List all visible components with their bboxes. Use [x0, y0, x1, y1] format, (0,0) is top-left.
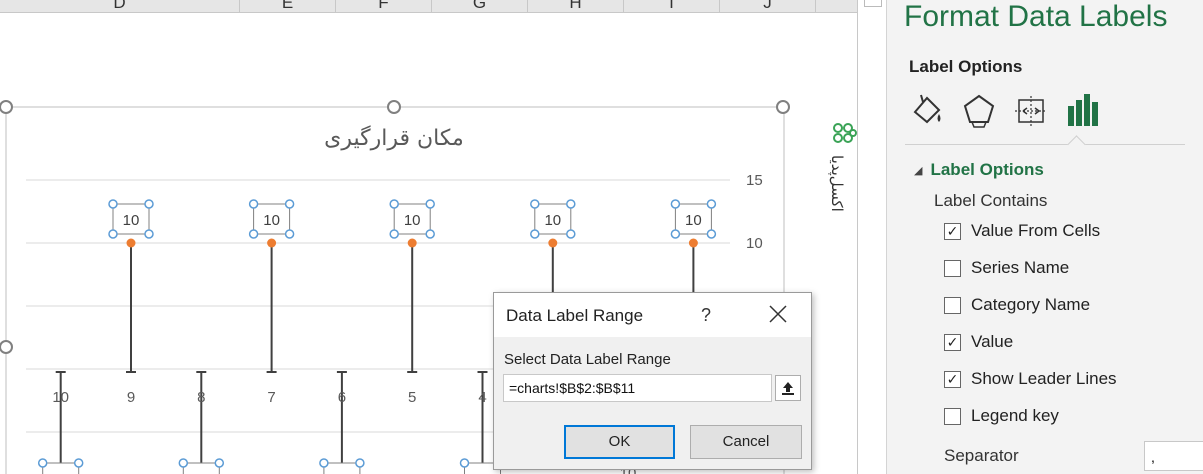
label-selection-handle [566, 229, 576, 239]
range-input[interactable]: =charts!$B$2:$B$11 [503, 374, 772, 402]
x-tick-label: 10 [52, 389, 69, 406]
label-selection-handle [144, 229, 154, 239]
range-prompt: Select Data Label Range [504, 351, 671, 368]
collapse-arrow-icon [782, 382, 794, 395]
label-selection-handle [355, 458, 365, 468]
label-selection-handle [248, 229, 259, 239]
dialog-title: Data Label Range [506, 306, 644, 325]
x-tick-label: 8 [197, 389, 205, 406]
active-tab-indicator [1067, 135, 1086, 154]
x-tick-label: 7 [267, 389, 275, 406]
label-selection-handle [425, 199, 435, 209]
vertical-scrollbar[interactable] [858, 0, 887, 474]
label-selection-handle [530, 199, 540, 209]
label-selection-handle [284, 199, 295, 209]
label-selection-handle [706, 229, 717, 239]
chart-handle-top-right[interactable] [776, 100, 790, 114]
chart-handle-top-left[interactable] [0, 100, 13, 114]
option-value[interactable]: ✓ Value [944, 331, 1013, 353]
effects-icon[interactable] [961, 92, 997, 128]
label-selection-handle [37, 458, 48, 468]
separator-dropdown[interactable]: , [1144, 441, 1203, 471]
option-label: Show Leader Lines [971, 369, 1117, 388]
help-button[interactable]: ? [701, 305, 711, 326]
label-selection-handle [108, 199, 118, 209]
chart-title[interactable]: مکان قرارگیری [324, 125, 464, 151]
close-icon[interactable] [768, 304, 788, 324]
series-marker [688, 238, 698, 248]
data-label: 10 [123, 212, 140, 229]
checkbox-value[interactable]: ✓ [944, 333, 961, 351]
option-label: Value From Cells [971, 221, 1101, 240]
series-marker [407, 238, 417, 248]
logo-text: اکسل‌پدیا [828, 155, 845, 212]
size-properties-icon[interactable] [1013, 92, 1049, 128]
checkbox-show-leader-lines[interactable]: ✓ [944, 370, 961, 388]
data-label: 10 [404, 212, 421, 229]
label-selection-handle [108, 229, 118, 239]
section-title: Label Options [930, 160, 1044, 179]
series-marker [126, 238, 136, 248]
series-marker [267, 238, 277, 248]
icon-row-divider [905, 144, 1185, 145]
data-label: 10 [544, 212, 561, 229]
option-show-leader-lines[interactable]: ✓ Show Leader Lines [944, 368, 1117, 390]
separator-label: Separator [944, 446, 1019, 465]
option-label: Category Name [971, 295, 1091, 314]
y-tick-label: 10 [746, 235, 763, 252]
option-label: Series Name [971, 258, 1070, 277]
cancel-button[interactable]: Cancel [690, 425, 802, 459]
label-selection-handle [389, 199, 399, 209]
checkbox-legend-key[interactable] [944, 407, 961, 425]
label-selection-handle [319, 458, 329, 468]
fill-line-icon[interactable] [909, 92, 945, 128]
checkbox-value-from-cells[interactable]: ✓ [944, 222, 961, 240]
collapse-dialog-button[interactable] [775, 375, 801, 401]
pane-title: Format Data Labels [904, 0, 1168, 33]
label-options-section[interactable]: ◢ Label Options [914, 160, 1044, 180]
option-legend-key[interactable]: Legend key [944, 405, 1059, 427]
pane-subtitle[interactable]: Label Options [909, 57, 1022, 77]
option-label: Value [971, 332, 1014, 351]
option-category-name[interactable]: Category Name [944, 294, 1090, 316]
checkbox-category-name[interactable] [944, 296, 961, 314]
y-tick-label: 15 [746, 172, 763, 189]
data-label: 10 [685, 212, 702, 229]
format-data-labels-pane: Format Data Labels Label Options ◢ Label… [887, 0, 1203, 474]
label-contains-heading: Label Contains [934, 191, 1048, 210]
option-series-name[interactable]: Series Name [944, 257, 1069, 279]
option-value-from-cells[interactable]: ✓ Value From Cells [944, 220, 1100, 242]
data-label-range-dialog: Data Label Range ? Select Data Label Ran… [493, 292, 812, 470]
label-options-icon[interactable] [1065, 92, 1101, 128]
label-selection-handle [670, 199, 681, 209]
label-selection-handle [566, 199, 576, 209]
label-selection-handle [248, 199, 259, 209]
x-tick-label: 5 [408, 389, 416, 406]
checkbox-series-name[interactable] [944, 259, 961, 277]
label-selection-handle [214, 458, 225, 468]
data-label: 10 [263, 212, 280, 229]
chart-handle-top-middle[interactable] [387, 100, 401, 114]
collapse-triangle-icon[interactable]: ◢ [914, 164, 922, 177]
x-tick-label: 6 [338, 389, 346, 406]
label-selection-handle [389, 229, 399, 239]
label-selection-handle [459, 458, 470, 468]
label-selection-handle [144, 199, 154, 209]
label-selection-handle [530, 229, 540, 239]
label-selection-handle [425, 229, 435, 239]
chart-handle-middle-left[interactable] [0, 340, 13, 354]
series-marker [548, 238, 558, 248]
scrollbar-arrow[interactable] [864, 0, 882, 7]
label-selection-handle [73, 458, 84, 468]
label-selection-handle [670, 229, 681, 239]
x-tick-label: 4 [478, 389, 486, 406]
ok-button[interactable]: OK [564, 425, 675, 459]
label-selection-handle [284, 229, 295, 239]
x-tick-label: 9 [127, 389, 135, 406]
label-selection-handle [706, 199, 717, 209]
option-label: Legend key [971, 406, 1059, 425]
label-selection-handle [178, 458, 189, 468]
